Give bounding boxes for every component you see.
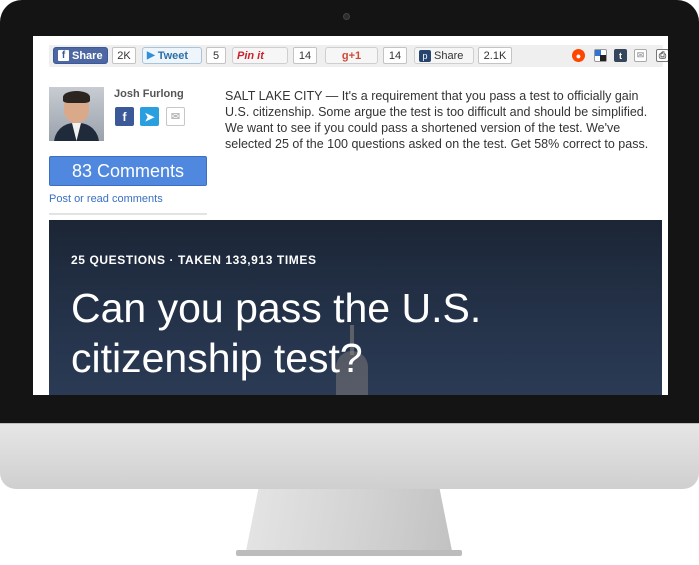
facebook-icon[interactable]: f: [115, 107, 134, 126]
email-icon[interactable]: ✉: [166, 107, 185, 126]
reddit-icon[interactable]: ●: [572, 49, 585, 62]
share-bar: f Share 2K ▶ Tweet 5 Pin it 14 g+1 14 p …: [49, 45, 668, 67]
tumblr-icon[interactable]: t: [614, 49, 627, 62]
google-plus-button[interactable]: g+1: [325, 47, 378, 64]
pin-it-label: Pin it: [237, 49, 264, 62]
monitor-chin: [0, 423, 699, 489]
divider: [49, 213, 207, 215]
p-icon: p: [419, 49, 431, 62]
quiz-title: Can you pass the U.S. citizenship test?: [71, 285, 482, 381]
pin-it-button[interactable]: Pin it: [232, 47, 288, 64]
google-plus-count: 14: [383, 47, 407, 64]
email-icon[interactable]: ✉: [634, 49, 647, 62]
print-icon[interactable]: ⎙: [656, 49, 668, 62]
camera-icon: [343, 13, 350, 20]
monitor: f Share 2K ▶ Tweet 5 Pin it 14 g+1 14 p …: [0, 0, 699, 565]
quiz-banner[interactable]: 25 QUESTIONS · TAKEN 133,913 TIMES Can y…: [49, 220, 662, 395]
quiz-meta: 25 QUESTIONS · TAKEN 133,913 TIMES: [71, 253, 317, 267]
pocket-share-count: 2.1K: [478, 47, 512, 64]
facebook-share-button[interactable]: f Share: [53, 47, 108, 64]
tweet-count: 5: [206, 47, 226, 64]
facebook-share-count: 2K: [112, 47, 136, 64]
web-page: f Share 2K ▶ Tweet 5 Pin it 14 g+1 14 p …: [33, 36, 668, 395]
facebook-icon: f: [58, 50, 69, 61]
tweet-label: Tweet: [157, 49, 189, 62]
google-plus-label: g+1: [341, 49, 362, 62]
delicious-icon[interactable]: [594, 49, 607, 62]
monitor-stand-base: [236, 550, 462, 556]
monitor-stand: [246, 489, 452, 551]
pocket-share-label: Share: [434, 49, 464, 62]
facebook-share-label: Share: [72, 49, 103, 62]
author-photo[interactable]: [49, 87, 104, 141]
pin-it-count: 14: [293, 47, 317, 64]
article-intro: SALT LAKE CITY — It's a requirement that…: [225, 89, 649, 151]
twitter-bird-icon: ▶: [147, 50, 155, 61]
comments-link[interactable]: Post or read comments: [49, 193, 163, 205]
tweet-button[interactable]: ▶ Tweet: [142, 47, 202, 64]
twitter-icon[interactable]: ➤: [140, 107, 159, 126]
author-name[interactable]: Josh Furlong: [114, 88, 184, 100]
comments-button[interactable]: 83 Comments: [49, 156, 207, 186]
pocket-share-button[interactable]: p Share: [414, 47, 474, 64]
